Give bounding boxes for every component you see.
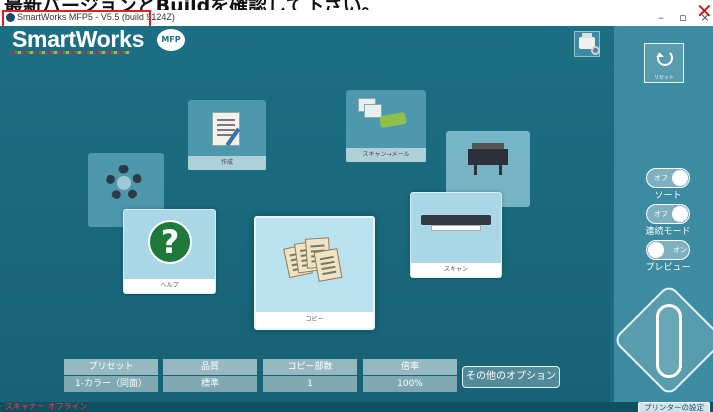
printer-settings-button[interactable]: プリンターの設定 [638,402,710,412]
tile-label: 作成 [188,156,266,170]
tile-help[interactable]: ? ヘルプ [123,209,216,294]
tile-label: コピー [256,312,373,328]
option-copies[interactable]: コピー部数 1 [263,359,357,393]
continuous-mode-toggle[interactable]: オフ [646,204,690,224]
logo-stripe [12,51,132,54]
reset-button[interactable]: リセット [644,43,684,83]
sort-toggle[interactable]: オフ [646,168,690,188]
tile-scan-to-email[interactable]: スキャン→メール [346,90,426,162]
gear-icon [106,165,142,201]
tile-label: スキャン [411,263,501,277]
edit-document-icon [212,112,240,146]
option-label: コピー部数 [263,359,357,375]
exit-button[interactable]: ✕ [696,0,713,23]
scan-to-email-icon [358,98,408,130]
more-options-button[interactable]: その他のオプション [462,366,560,388]
option-label: プリセット [64,359,158,375]
help-icon: ? [148,220,192,264]
plotter-icon [468,143,508,177]
start-icon [656,304,682,378]
preview-toggle[interactable]: オン [646,240,690,260]
window-titlebar: SmartWorks MFP5 - V5.5 (build 9124Z) – ▫… [0,10,713,29]
option-label: 品質 [163,359,257,375]
preview-toggle-state: オン [673,246,687,254]
sort-caption: ソート [654,191,682,201]
continuous-mode-caption: 連続モード [645,227,691,237]
option-value: 標準 [163,376,257,392]
copy-icon [283,236,346,296]
tile-scan[interactable]: スキャン [410,192,502,278]
toggle-knob [672,206,688,222]
scanner-settings-button[interactable] [574,31,600,57]
main-area: SmartWorks MFP 作成 スキャン→メール ? ヘルプ コピー スキャ… [0,26,610,402]
option-value: 1 [263,376,357,392]
option-value: 1-カラー（同面） [64,376,158,392]
option-quality[interactable]: 品質 標準 [163,359,257,393]
preview-caption: プレビュー [645,263,691,273]
option-preset[interactable]: プリセット 1-カラー（同面） [64,359,158,393]
minimize-button[interactable]: – [654,11,668,25]
option-value: 100% [363,376,457,392]
option-scale[interactable]: 倍率 100% [363,359,457,393]
app-window: SmartWorks MFP 作成 スキャン→メール ? ヘルプ コピー スキャ… [0,26,713,402]
app-logo: SmartWorks [12,26,145,52]
reset-label: リセット [653,75,674,81]
toggle-knob [648,242,664,258]
tile-label: スキャン→メール [346,148,426,162]
sort-toggle-state: オフ [654,174,668,182]
status-bar: スキャナー オフライン プリンターの設定 [0,402,713,412]
continuous-toggle-state: オフ [654,210,668,218]
reset-icon [656,50,673,66]
toggle-knob [672,170,688,186]
maximize-button[interactable]: ▫ [676,11,690,25]
option-label: 倍率 [363,359,457,375]
scanner-status: スキャナー オフライン [5,402,88,411]
tile-label: ヘルプ [124,279,215,293]
scanner-icon [421,211,491,231]
gear-icon [591,46,600,55]
logo-badge: MFP [157,29,185,51]
tile-edit[interactable]: 作成 [188,100,266,170]
tile-copy[interactable]: コピー [254,216,375,330]
